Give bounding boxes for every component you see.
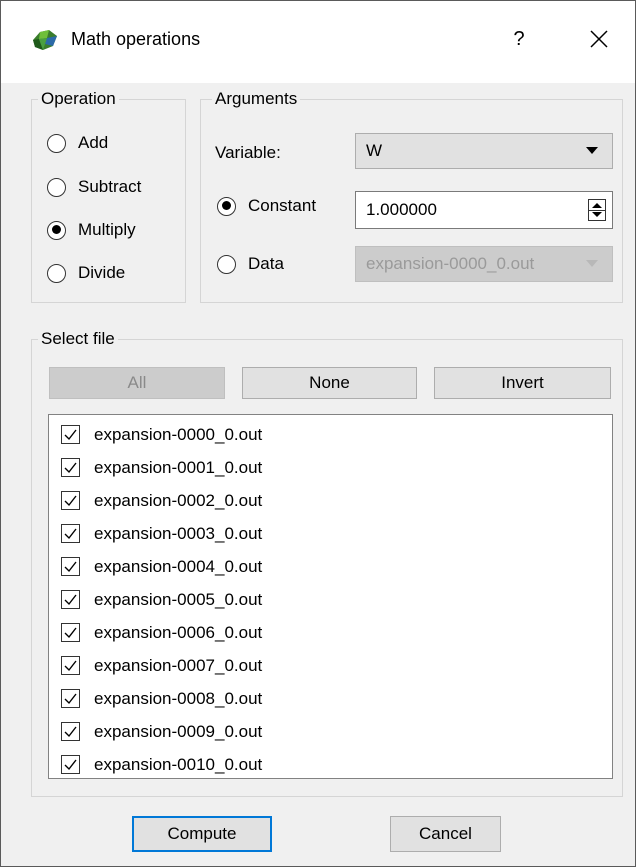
- radio-subtract-indicator: [47, 177, 66, 197]
- checkbox[interactable]: [61, 689, 80, 708]
- radio-multiply-indicator: [47, 220, 66, 240]
- list-item[interactable]: expansion-0007_0.out: [61, 649, 262, 682]
- arguments-group-title: Arguments: [212, 89, 301, 109]
- checkmark-icon: [64, 561, 77, 573]
- file-name: expansion-0007_0.out: [94, 655, 263, 675]
- help-button[interactable]: ?: [501, 21, 537, 57]
- radio-subtract-label: Subtract: [78, 177, 142, 196]
- checkbox[interactable]: [61, 524, 80, 543]
- select-file-group-title: Select file: [38, 329, 118, 349]
- file-name: expansion-0004_0.out: [94, 556, 263, 576]
- list-item[interactable]: expansion-0006_0.out: [61, 616, 262, 649]
- list-item[interactable]: expansion-0002_0.out: [61, 484, 262, 517]
- checkmark-icon: [64, 660, 77, 672]
- radio-add-indicator: [47, 133, 66, 153]
- list-item[interactable]: expansion-0001_0.out: [61, 451, 262, 484]
- radio-data-indicator: [217, 254, 236, 274]
- invert-selection-button[interactable]: Invert: [434, 367, 611, 399]
- radio-multiply[interactable]: Multiply: [47, 217, 136, 243]
- radio-constant-indicator: [217, 196, 236, 216]
- checkmark-icon: [64, 627, 77, 639]
- checkmark-icon: [64, 726, 77, 738]
- checkmark-icon: [64, 759, 77, 771]
- checkbox[interactable]: [61, 458, 80, 477]
- file-name: expansion-0000_0.out: [94, 424, 263, 444]
- file-name: expansion-0009_0.out: [94, 721, 263, 741]
- select-all-button[interactable]: All: [49, 367, 225, 399]
- radio-divide-label: Divide: [78, 263, 126, 282]
- list-item[interactable]: expansion-0010_0.out: [61, 748, 262, 781]
- math-operations-dialog: Math operations ? Operation Add Subtract…: [0, 0, 636, 867]
- constant-spinbox[interactable]: 1.000000: [355, 191, 613, 229]
- app-logo-icon: [33, 30, 57, 50]
- checkbox[interactable]: [61, 623, 80, 642]
- checkbox[interactable]: [61, 722, 80, 741]
- variable-combo[interactable]: W: [355, 133, 613, 169]
- checkmark-icon: [64, 495, 77, 507]
- list-item[interactable]: expansion-0000_0.out: [61, 418, 262, 451]
- checkbox[interactable]: [61, 557, 80, 576]
- title-bar: Math operations ?: [1, 1, 635, 83]
- close-icon: [590, 30, 608, 48]
- checkmark-icon: [64, 693, 77, 705]
- list-item[interactable]: expansion-0005_0.out: [61, 583, 262, 616]
- file-name: expansion-0002_0.out: [94, 490, 263, 510]
- list-item[interactable]: expansion-0004_0.out: [61, 550, 262, 583]
- checkmark-icon: [64, 462, 77, 474]
- file-name: expansion-0008_0.out: [94, 688, 263, 708]
- radio-data[interactable]: Data: [217, 251, 284, 277]
- radio-constant[interactable]: Constant: [217, 193, 316, 219]
- file-name: expansion-0010_0.out: [94, 754, 263, 774]
- file-list[interactable]: expansion-0000_0.out expansion-0001_0.ou…: [48, 414, 613, 779]
- chevron-down-icon: [586, 147, 598, 154]
- cancel-button[interactable]: Cancel: [390, 816, 501, 852]
- radio-data-label: Data: [248, 254, 284, 273]
- radio-divide-indicator: [47, 263, 66, 283]
- checkbox[interactable]: [61, 755, 80, 774]
- data-file-combo-value: expansion-0000_0.out: [366, 254, 535, 273]
- checkmark-icon: [64, 429, 77, 441]
- radio-multiply-label: Multiply: [78, 220, 136, 239]
- checkbox[interactable]: [61, 656, 80, 675]
- file-name: expansion-0006_0.out: [94, 622, 263, 642]
- list-item[interactable]: expansion-0008_0.out: [61, 682, 262, 715]
- constant-value: 1.000000: [366, 200, 437, 219]
- data-file-combo: expansion-0000_0.out: [355, 246, 613, 282]
- radio-divide[interactable]: Divide: [47, 260, 125, 286]
- operation-group-title: Operation: [38, 89, 119, 109]
- variable-label: Variable:: [215, 143, 281, 162]
- checkbox[interactable]: [61, 590, 80, 609]
- select-none-button[interactable]: None: [242, 367, 417, 399]
- file-name: expansion-0005_0.out: [94, 589, 263, 609]
- checkmark-icon: [64, 594, 77, 606]
- list-item[interactable]: expansion-0009_0.out: [61, 715, 262, 748]
- spin-arrows-icon[interactable]: [588, 199, 606, 221]
- close-button[interactable]: [579, 19, 619, 59]
- file-name: expansion-0003_0.out: [94, 523, 263, 543]
- radio-add-label: Add: [78, 133, 109, 152]
- file-name: expansion-0001_0.out: [94, 457, 263, 477]
- window-title: Math operations: [71, 29, 201, 49]
- radio-constant-label: Constant: [248, 196, 317, 215]
- checkmark-icon: [64, 528, 77, 540]
- radio-subtract[interactable]: Subtract: [47, 174, 141, 200]
- chevron-down-icon: [586, 260, 598, 267]
- radio-add[interactable]: Add: [47, 130, 108, 156]
- checkbox[interactable]: [61, 425, 80, 444]
- variable-combo-value: W: [366, 141, 383, 160]
- list-item[interactable]: expansion-0003_0.out: [61, 517, 262, 550]
- checkbox[interactable]: [61, 491, 80, 510]
- compute-button[interactable]: Compute: [132, 816, 272, 852]
